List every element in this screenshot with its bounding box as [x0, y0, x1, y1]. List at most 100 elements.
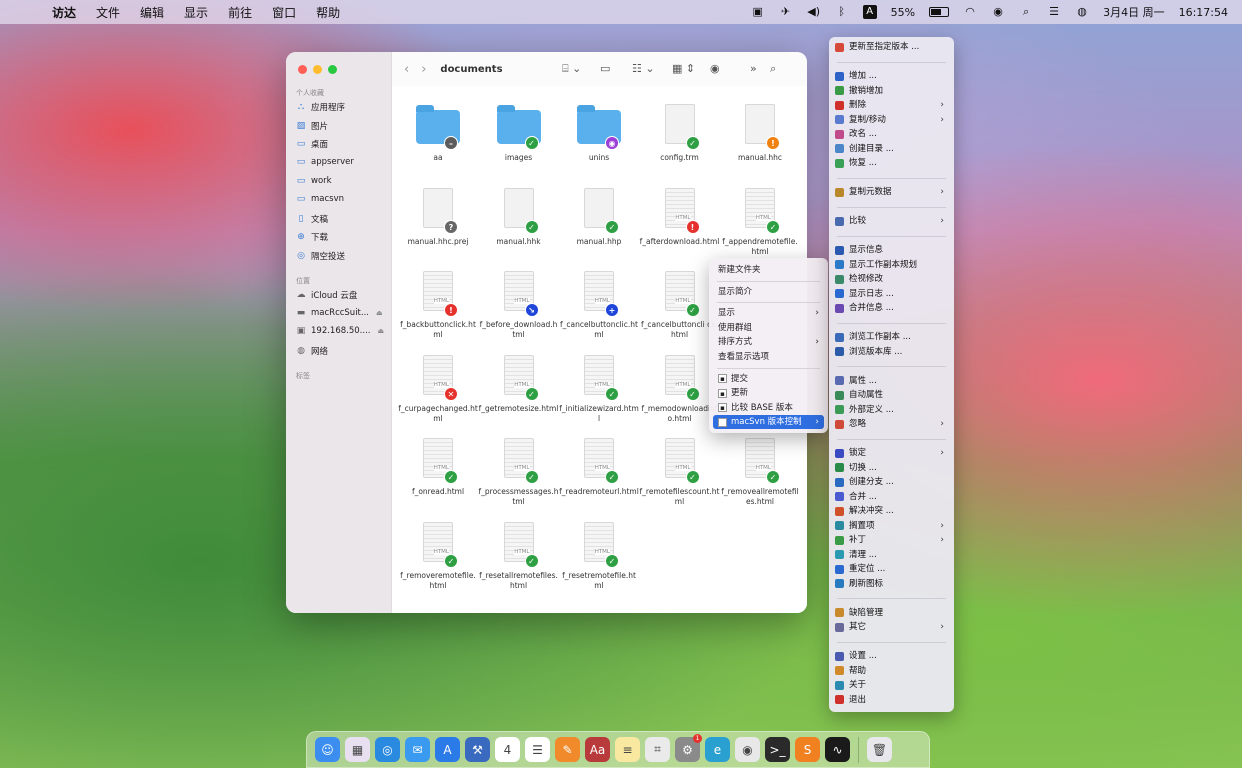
file-item[interactable]: HTML! f_afterdownload.html — [640, 186, 720, 247]
svn-menu-item[interactable]: 设置 ... — [835, 649, 950, 663]
svn-menu-item[interactable]: 恢复 ... — [835, 156, 950, 170]
file-item[interactable]: HTML ↘ f_before_download.html — [479, 269, 559, 340]
svn-menu-item[interactable]: 合并 ... — [835, 490, 950, 504]
control-center-icon[interactable]: ☰ — [1047, 6, 1061, 18]
file-item[interactable]: HTML ✓ f_memodownloadinfo.html — [640, 353, 720, 424]
file-item[interactable]: HTML ✓ f_onread.html — [398, 436, 478, 497]
sidebar-item-work[interactable]: ▭ work — [296, 176, 332, 186]
file-item[interactable]: HTML ✓ f_resetallremotefiles.html — [479, 520, 559, 591]
file-item[interactable]: ✓ images — [479, 102, 559, 163]
svn-menu-item[interactable]: 复制/移动 › — [835, 113, 950, 127]
edge-icon[interactable]: e — [705, 737, 730, 762]
zoom-button[interactable] — [328, 65, 337, 74]
context-item[interactable]: 显示 › — [713, 306, 824, 320]
svn-menu-item[interactable]: 浏览工作副本 ... — [835, 330, 950, 344]
svn-menu-item[interactable]: 显示工作副本规划 — [835, 258, 950, 272]
svn-menu-item[interactable]: 创建目录 ... — [835, 142, 950, 156]
search-icon[interactable]: ⌕ — [770, 62, 776, 76]
file-item[interactable]: ? manual.hhc.prej — [398, 186, 478, 247]
menu-edit[interactable]: 编辑 — [130, 4, 174, 21]
menu-go[interactable]: 前往 — [218, 4, 262, 21]
finder-icon[interactable]: ☺ — [315, 737, 340, 762]
eject-icon[interactable]: ⏏ — [377, 327, 384, 335]
system-settings-icon[interactable]: ⚙ 1 — [675, 734, 702, 762]
svn-menu-item[interactable]: 更新至指定版本 ... — [835, 40, 950, 54]
context-item[interactable]: 排序方式 › — [713, 335, 824, 349]
svn-menu-item[interactable]: 删除 › — [835, 98, 950, 112]
file-item[interactable]: ✓ manual.hhk — [479, 186, 559, 247]
file-item[interactable]: HTML ✓ f_cancelbuttoncli ck.html — [640, 269, 720, 340]
minimize-button[interactable] — [313, 65, 322, 74]
svn-menu-item[interactable]: 浏览版本库 ... — [835, 345, 950, 359]
file-item[interactable]: HTML ✓ f_appendremotefile.html — [720, 186, 800, 257]
spotlight-search-icon[interactable]: ⌕ — [1019, 6, 1033, 18]
sidebar-item-appserver[interactable]: ▭ appserver — [296, 157, 354, 167]
volume-icon[interactable]: ◀) — [807, 6, 821, 18]
svn-menu-item[interactable]: 搁置项 › — [835, 519, 950, 533]
terminal-icon[interactable]: >_ — [765, 737, 790, 762]
file-item[interactable]: ◉ unins — [559, 102, 639, 163]
file-item[interactable]: HTML ✓ f_removeremotefile.html — [398, 520, 478, 591]
sidebar-item-airdrop[interactable]: ◎ 隔空投送 — [296, 250, 345, 262]
svn-menu-item[interactable]: 忽略 › — [835, 417, 950, 431]
file-item[interactable]: HTML ✓ f_readremoteurl.html — [559, 436, 639, 497]
svn-menu-item[interactable]: 退出 — [835, 693, 950, 707]
file-item[interactable]: HTML ✓ f_processmessages.html — [479, 436, 559, 507]
xcode-icon[interactable]: ⚒ — [465, 737, 490, 762]
sidebar-item-network[interactable]: ◍ 网络 — [296, 345, 328, 357]
trash-icon[interactable]: 🗑 — [867, 737, 892, 762]
back-button[interactable]: ‹ — [404, 62, 409, 77]
sidebar-item-icloud[interactable]: ☁ iCloud 云盘 — [296, 289, 358, 301]
menu-window[interactable]: 窗口 — [262, 4, 306, 21]
svn-menu-item[interactable]: 刷新图标 — [835, 577, 950, 591]
menu-finder[interactable]: 访达 — [42, 4, 86, 21]
input-method-icon[interactable]: A — [862, 5, 877, 19]
svn-menu-item[interactable]: 复制元数据 › — [835, 185, 950, 199]
notes-icon[interactable]: ≡ — [615, 737, 640, 762]
preview-eye-icon[interactable]: ◉ — [710, 62, 720, 75]
new-folder-icon[interactable]: ▭ — [600, 62, 610, 75]
airplane-icon[interactable]: ✈ — [779, 6, 793, 18]
chrome-icon[interactable]: ◉ — [735, 737, 760, 762]
svn-menu-item[interactable]: 撤销增加 — [835, 84, 950, 98]
menubar-time[interactable]: 16:17:54 — [1179, 6, 1228, 19]
safari-icon[interactable]: ◎ — [375, 737, 400, 762]
svn-menu-item[interactable]: 关于 — [835, 678, 950, 692]
svn-menu-item[interactable]: 显示日志 ... — [835, 287, 950, 301]
activity-monitor-icon[interactable]: ∿ — [825, 737, 850, 762]
launchpad-icon[interactable]: ▦ — [345, 737, 370, 762]
more-toolbar-icon[interactable]: » — [750, 62, 757, 75]
svn-menu-item[interactable]: 其它 › — [835, 620, 950, 634]
eject-icon[interactable]: ⏏ — [376, 309, 383, 317]
group-by-icon[interactable]: ☷ ⌄ — [632, 62, 655, 75]
sidebar-item-desktop[interactable]: ▭ 桌面 — [296, 138, 328, 150]
menu-view[interactable]: 显示 — [174, 4, 218, 21]
svn-menu-item[interactable]: 改名 ... — [835, 127, 950, 141]
svn-menu-item[interactable]: 清理 ... — [835, 548, 950, 562]
file-item[interactable]: ✓ manual.hhp — [559, 186, 639, 247]
context-item[interactable]: ▪ 比较 BASE 版本 — [713, 401, 824, 415]
svn-menu-item[interactable]: 补丁 › — [835, 533, 950, 547]
svn-menu-item[interactable]: 检视修改 — [835, 272, 950, 286]
context-item[interactable]: 查看显示选项 — [713, 350, 824, 364]
sidebar-item-disk[interactable]: ▬ macRccSuit... ⏏ — [296, 308, 383, 318]
svn-menu-item[interactable]: 缺陷管理 — [835, 606, 950, 620]
sidebar-item-documents[interactable]: ▯ 文稿 — [296, 213, 329, 225]
dictionary-icon[interactable]: Aa — [585, 737, 610, 762]
file-item[interactable]: HTML ✓ f_removeallremotefiles.html — [720, 436, 800, 507]
file-item[interactable]: HTML! f_backbuttonclick.html — [398, 269, 478, 340]
mail-icon[interactable]: ✉ — [405, 737, 430, 762]
svn-menu-item[interactable]: 创建分支 ... — [835, 475, 950, 489]
context-item[interactable]: ▪ macSvn 版本控制 › — [713, 415, 824, 430]
context-item[interactable]: 显示简介 — [713, 285, 824, 299]
wifi-icon[interactable]: ◠ — [963, 6, 977, 18]
svn-menu-item[interactable]: 合并信息 ... — [835, 301, 950, 315]
svn-menu-item[interactable]: 外部定义 ... — [835, 403, 950, 417]
pages-icon[interactable]: ✎ — [555, 737, 580, 762]
battery-icon[interactable] — [929, 7, 950, 17]
user-icon[interactable]: ◉ — [991, 6, 1005, 18]
menubar-date[interactable]: 3月4日 周一 — [1103, 4, 1165, 20]
bluetooth-icon[interactable]: ᛒ — [835, 6, 849, 18]
svn-menu-item[interactable]: 重定位 ... — [835, 562, 950, 576]
svn-menu-item[interactable]: 帮助 — [835, 664, 950, 678]
